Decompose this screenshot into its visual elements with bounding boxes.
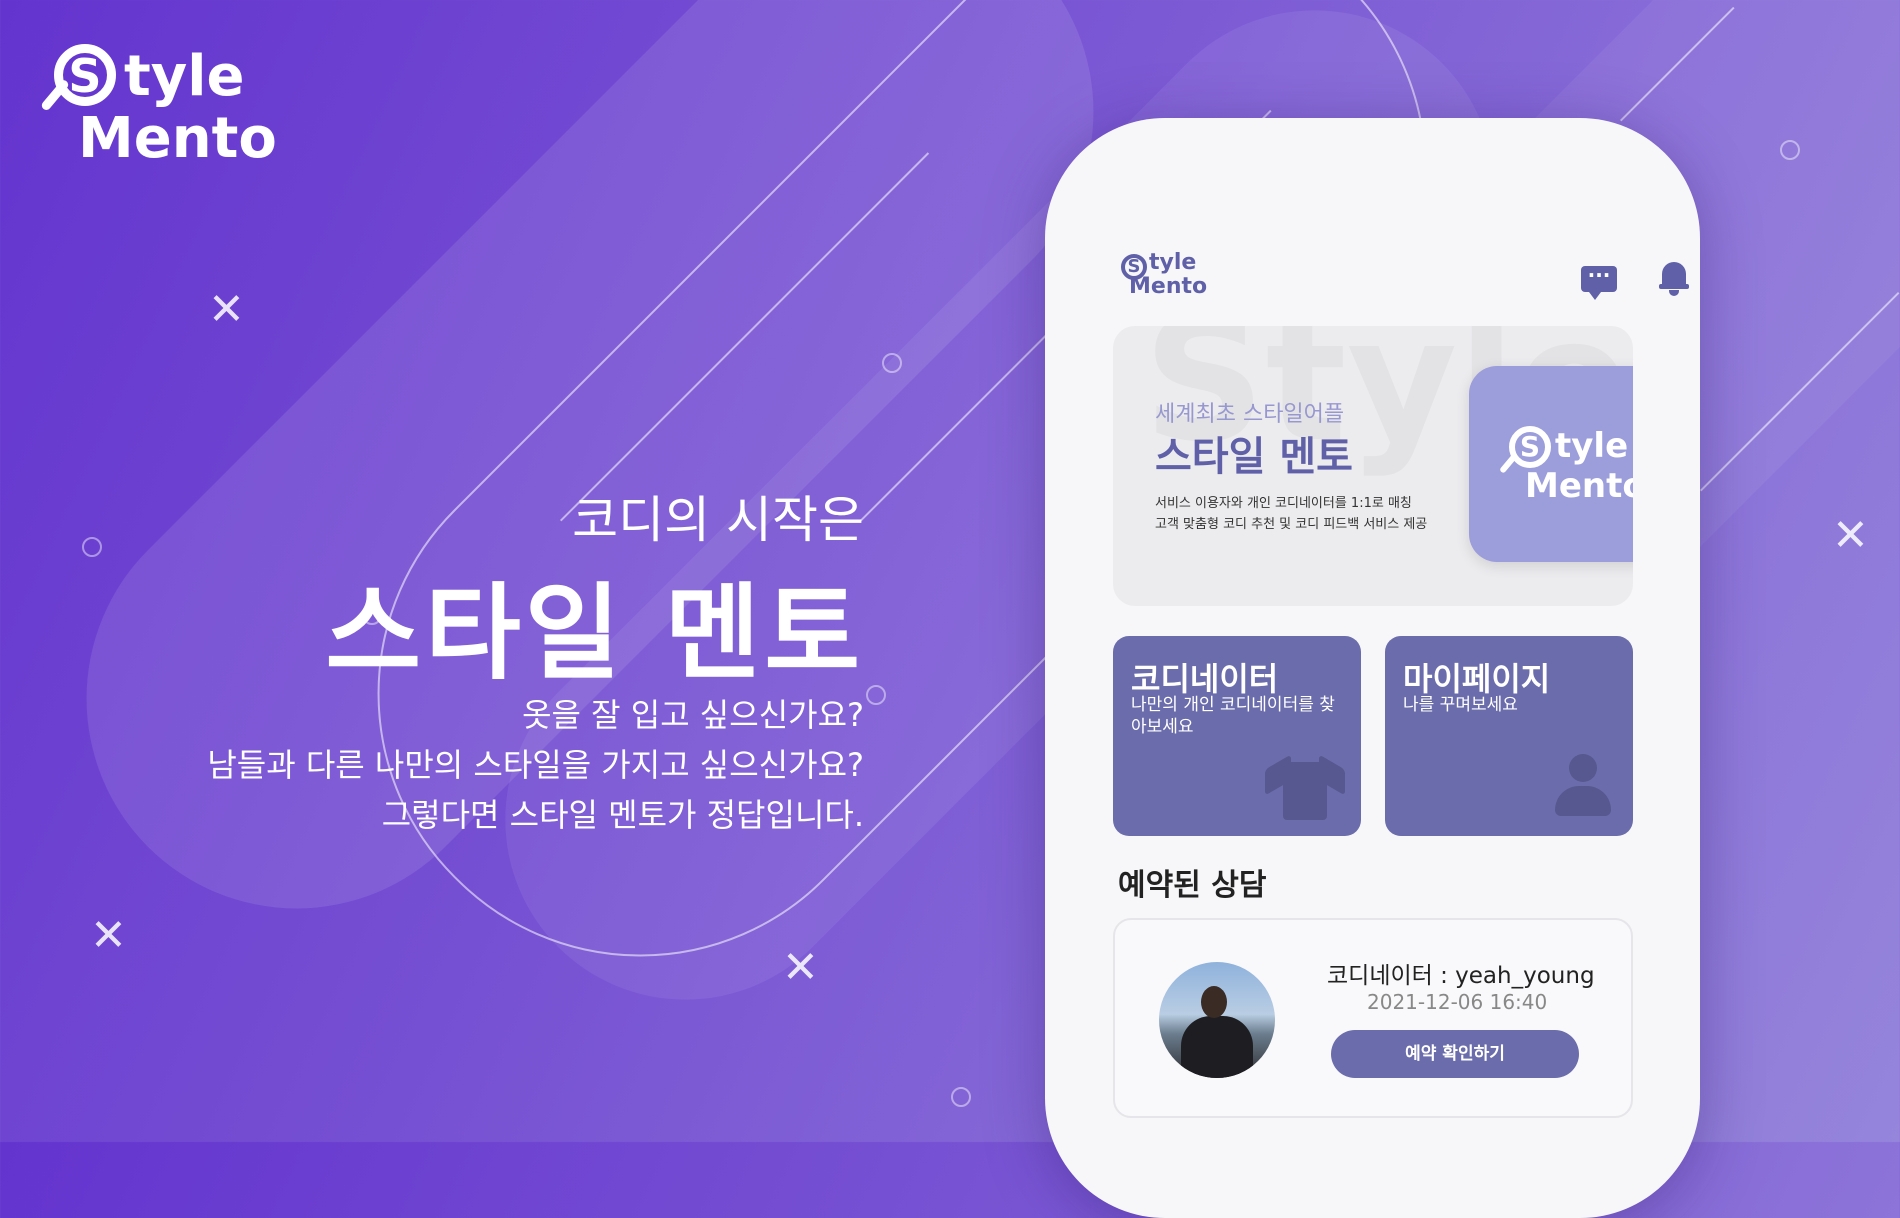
circle-decoration bbox=[82, 537, 102, 557]
hero-line-3: 그렇다면 스타일 멘토가 정답입니다. bbox=[381, 796, 864, 834]
app-logo-word-mento: Mento bbox=[1129, 274, 1208, 299]
confirm-reservation-button[interactable]: 예약 확인하기 bbox=[1331, 1030, 1579, 1078]
person-icon bbox=[1553, 754, 1613, 820]
chat-icon[interactable]: ··· bbox=[1581, 265, 1617, 300]
coordinator-card-description: 나만의 개인 코디네이터를 찾아보세요 bbox=[1131, 695, 1335, 737]
magnifier-s-icon: S bbox=[54, 44, 116, 106]
logo-s: S bbox=[68, 49, 102, 103]
hero-title: 스타일 멘토 bbox=[325, 572, 864, 694]
background-line bbox=[560, 152, 930, 522]
background-line bbox=[1620, 6, 1735, 122]
promo-banner[interactable]: Style Mento 세계최초 스타일어플 스타일 멘토 서비스 이용자와 개… bbox=[1113, 326, 1633, 606]
reservation-card: 코디네이터 : yeah_young 2021-12-06 16:40 예약 확… bbox=[1113, 918, 1633, 1118]
hero-line-2: 남들과 다른 나만의 스타일을 가지고 싶으신가요? bbox=[207, 746, 864, 784]
logo-word-mento: Mento bbox=[78, 106, 277, 171]
mypage-card[interactable]: 마이페이지 나를 꾸며보세요 bbox=[1385, 636, 1633, 836]
app-icon: S tyle Mento bbox=[1469, 366, 1633, 562]
logo-word-style: tyle bbox=[124, 44, 245, 109]
circle-decoration bbox=[882, 353, 902, 373]
app-icon-word-mento: Mento bbox=[1525, 466, 1633, 506]
banner-title: 스타일 멘토 bbox=[1155, 434, 1353, 480]
cross-decoration-icon: ✕ bbox=[90, 910, 127, 961]
circle-decoration bbox=[951, 1087, 971, 1107]
reserved-consultation-title: 예약된 상담 bbox=[1118, 868, 1267, 903]
app-logo-word-style: tyle bbox=[1149, 250, 1197, 275]
coordinator-avatar bbox=[1159, 962, 1275, 1078]
circle-decoration bbox=[1780, 140, 1800, 160]
background-line bbox=[1700, 292, 1900, 492]
hero-line-1: 옷을 잘 입고 싶으신가요? bbox=[522, 696, 864, 734]
reservation-datetime: 2021-12-06 16:40 bbox=[1367, 990, 1548, 1014]
cross-decoration-icon: ✕ bbox=[208, 284, 245, 335]
banner-description-2: 고객 맞춤형 코디 추천 및 코디 피드백 서비스 제공 bbox=[1155, 517, 1428, 532]
shirt-icon bbox=[1265, 754, 1345, 820]
app-icon-word-style: tyle bbox=[1555, 426, 1629, 466]
coordinator-name: 코디네이터 : yeah_young bbox=[1327, 963, 1595, 989]
banner-description-1: 서비스 이용자와 개인 코디네이터를 1:1로 매칭 bbox=[1155, 496, 1412, 511]
app-header: S tyle Mento ··· bbox=[1113, 250, 1689, 320]
cross-decoration-icon: ✕ bbox=[782, 942, 819, 993]
bell-icon[interactable] bbox=[1659, 260, 1689, 296]
cross-decoration-icon: ✕ bbox=[1832, 510, 1869, 561]
phone-mockup: S tyle Mento ··· Style Mento 세계최초 스타일어플 … bbox=[1045, 118, 1700, 1218]
mypage-card-description: 나를 꾸며보세요 bbox=[1403, 695, 1518, 715]
hero-subtitle: 코디의 시작은 bbox=[572, 491, 864, 549]
coordinator-card[interactable]: 코디네이터 나만의 개인 코디네이터를 찾아보세요 bbox=[1113, 636, 1361, 836]
circle-decoration bbox=[866, 685, 886, 705]
magnifier-s-icon: S bbox=[1509, 426, 1551, 468]
